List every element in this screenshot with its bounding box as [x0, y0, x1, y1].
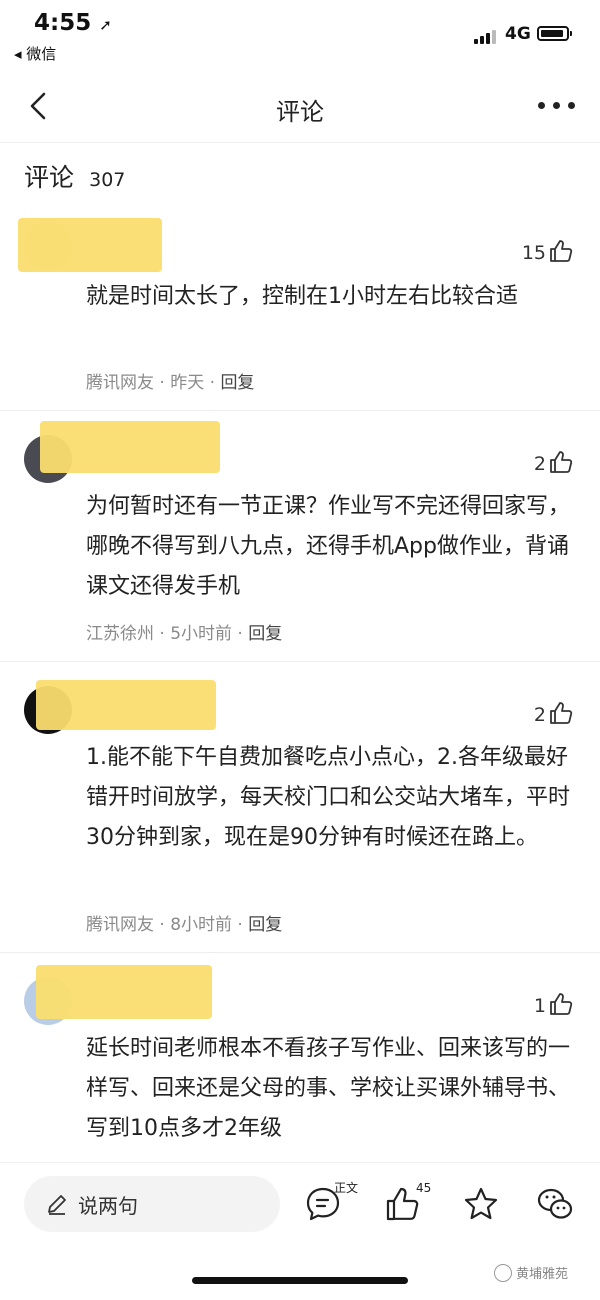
watermark-logo-icon [494, 1263, 512, 1282]
comment-item: 15 就是时间太长了，控制在1小时左右比较合适 腾讯网友 · 昨天 · 回复 [0, 210, 600, 410]
comment-text: 就是时间太长了，控制在1小时左右比较合适 [86, 284, 518, 309]
star-icon[interactable] [462, 1185, 500, 1223]
comment-item: 2 为何暂时还有一节正课？作业写不完还得回家写，哪晚不得写到八九点，还得手机Ap… [0, 411, 600, 661]
like-count: 2 [533, 704, 546, 726]
comment-item: 2 1.能不能下午自费加餐吃点小点心，2.各年级最好错开时间放学，每天校门口和公… [0, 662, 600, 952]
page-title: 评论 [276, 98, 324, 126]
watermark-text: 黄埔雅苑 [516, 1267, 569, 1282]
redacted-username [40, 421, 220, 473]
article-label: 正文 [334, 1181, 359, 1195]
signal-icon [474, 28, 498, 44]
comment-text: 为何暂时还有一节正课？作业写不完还得回家写，哪晚不得写到八九点，还得手机App做… [86, 494, 571, 599]
comment-source: 腾讯网友 · 8小时前 · [86, 915, 249, 935]
more-dots-icon[interactable] [538, 102, 576, 110]
comment-text: 1.能不能下午自费加餐吃点小点心，2.各年级最好错开时间放学，每天校门口和公交站… [86, 745, 571, 850]
thumbs-up-icon [550, 702, 573, 724]
like-count: 15 [521, 242, 546, 264]
status-time: 4:55 ➚ [34, 10, 112, 36]
comment-meta: 腾讯网友 · 昨天 · 回复 [86, 368, 254, 393]
comment-input[interactable]: 说两句 [24, 1176, 280, 1232]
redacted-username [36, 965, 212, 1019]
like-button[interactable]: 2 [534, 449, 574, 475]
reply-button[interactable]: 回复 [220, 373, 254, 393]
nav-bar: 评论 [0, 70, 600, 143]
redacted-username [36, 680, 216, 730]
like-count: 2 [533, 453, 546, 475]
network-type: 4G [505, 24, 531, 44]
like-button[interactable]: 1 [534, 991, 574, 1017]
back-to-wechat-link[interactable]: ◂ 微信 [14, 43, 56, 64]
thumbs-up-icon [550, 240, 573, 262]
watermark: 黄埔雅苑 [494, 1263, 568, 1282]
reply-button[interactable]: 回复 [248, 915, 282, 935]
comment-item: 1 延长时间老师根本不看孩子写作业、回来该写的一样写、回来还是父母的事、学校让买… [0, 953, 600, 1161]
comments-count: 307 [89, 169, 126, 191]
comment-meta: 江苏徐州 · 5小时前 · 回复 [86, 619, 282, 644]
like-button[interactable]: 2 [534, 700, 574, 726]
location-arrow-icon: ➚ [99, 16, 112, 34]
wechat-icon[interactable] [536, 1185, 574, 1223]
clock-text: 4:55 [34, 10, 92, 36]
comments-header: 评论 307 [24, 158, 125, 194]
pencil-icon [48, 1195, 66, 1215]
comment-text: 延长时间老师根本不看孩子写作业、回来该写的一样写、回来还是父母的事、学校让买课外… [86, 1036, 571, 1141]
battery-icon [537, 26, 572, 41]
redacted-username [18, 218, 162, 272]
thumbs-up-icon [550, 451, 573, 473]
like-total: 45 [416, 1181, 432, 1195]
comment-input-placeholder: 说两句 [78, 1193, 138, 1218]
comment-source: 江苏徐州 · 5小时前 · [86, 624, 249, 644]
thumbs-up-icon [550, 993, 573, 1015]
comments-title: 评论 [24, 163, 75, 192]
home-indicator[interactable] [192, 1277, 408, 1284]
reply-button[interactable]: 回复 [248, 624, 282, 644]
comment-source: 腾讯网友 · 昨天 · [86, 373, 221, 393]
comment-meta: 腾讯网友 · 8小时前 · 回复 [86, 910, 282, 935]
like-count: 1 [533, 995, 546, 1017]
like-button[interactable]: 15 [522, 238, 574, 264]
status-bar: 4:55 ➚ ◂ 微信 4G [0, 0, 600, 70]
